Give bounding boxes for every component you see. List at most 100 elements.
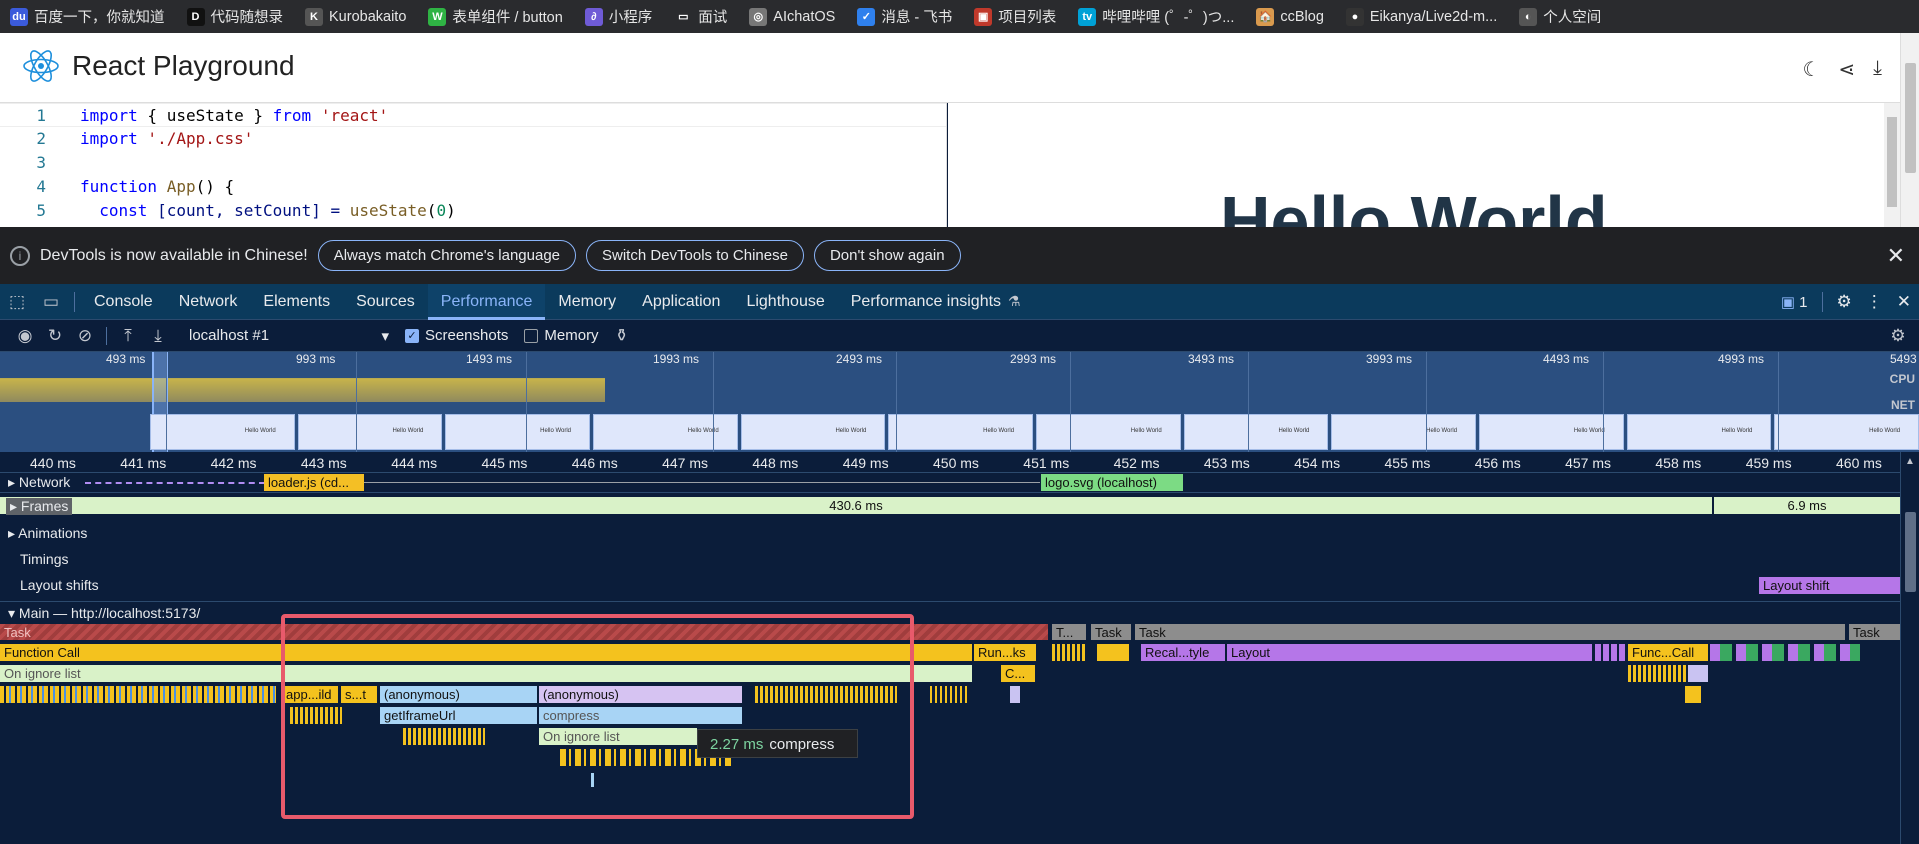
network-track[interactable]: ▸ Network loader.js (cd... logo.svg (loc…	[0, 473, 1900, 493]
bookmark-item[interactable]: ▣ 项目列表	[974, 6, 1056, 27]
bookmark-item[interactable]: ◎ AIchatOS	[749, 7, 835, 26]
reload-record-icon[interactable]: ↻	[40, 326, 70, 346]
network-track-label[interactable]: ▸ Network	[8, 474, 70, 491]
issues-counter[interactable]: ▣ 1	[1781, 293, 1808, 311]
code-line[interactable]: 5 const [count, setCount] = useState(0)	[0, 199, 946, 223]
more-options-icon[interactable]: ⋮	[1866, 292, 1883, 312]
garbage-collect-icon[interactable]: ⚱	[607, 326, 637, 346]
task-bar[interactable]: Task	[1849, 624, 1900, 640]
timeline-overview[interactable]: CPU NET Hello World Hello World Hello Worl…	[0, 352, 1919, 452]
recalc-style-bar[interactable]: Recal...tyle	[1141, 644, 1225, 661]
frames-track-label[interactable]: ▸ Frames	[6, 498, 73, 515]
code-line[interactable]: 4 function App() {	[0, 175, 946, 199]
tab-performance[interactable]: Performance	[427, 283, 546, 320]
capture-settings-icon[interactable]: ⚙	[1883, 326, 1913, 346]
task-bar[interactable]: Task	[1091, 624, 1131, 640]
network-request[interactable]: loader.js (cd...	[264, 474, 364, 491]
flame-slice[interactable]	[1010, 686, 1020, 703]
frame-bar[interactable]: 6.9 ms	[1714, 497, 1900, 514]
flame-slice[interactable]	[1688, 665, 1708, 682]
record-icon[interactable]: ◉	[10, 326, 40, 346]
theme-toggle-icon[interactable]: ☾	[1802, 57, 1820, 82]
frames-track[interactable]: ▸ Frames 430.6 ms 6.9 ms	[0, 497, 1900, 517]
brand[interactable]: React Playground	[22, 47, 295, 85]
page-scrollbar[interactable]	[1900, 33, 1919, 227]
bookmark-item[interactable]: ✓ 消息 - 飞书	[857, 6, 952, 27]
settings-gear-icon[interactable]: ⚙	[1837, 292, 1852, 312]
bookmark-item[interactable]: ◐ 个人空间	[1519, 6, 1601, 27]
timeline-ruler[interactable]: 440 ms 441 ms 442 ms 443 ms 444 ms 445 ms 446 …	[0, 452, 1900, 473]
tab-performance-insights[interactable]: Performance insights	[838, 284, 1014, 320]
animations-track[interactable]: ▸ Animations	[0, 525, 1900, 545]
inspect-element-icon[interactable]: ⬚	[4, 292, 30, 312]
animations-track-label[interactable]: ▸ Animations	[8, 525, 87, 542]
screenshot-thumbnail[interactable]: Hello World	[1774, 414, 1919, 450]
preview-scrollbar[interactable]	[1884, 103, 1900, 227]
device-toolbar-icon[interactable]: ▭	[38, 292, 64, 312]
tab-application[interactable]: Application	[629, 284, 733, 320]
screenshot-thumbnail[interactable]: Hello World	[1183, 414, 1329, 450]
save-profile-icon[interactable]: ⤓	[143, 326, 173, 346]
load-profile-icon[interactable]: ⤒	[113, 326, 143, 346]
screenshot-thumbnail[interactable]: Hello World	[1036, 414, 1181, 450]
tab-sources[interactable]: Sources	[343, 284, 428, 320]
bookmark-item[interactable]: K Kurobakaito	[305, 7, 406, 26]
flame-slice[interactable]	[1097, 644, 1129, 661]
tab-console[interactable]: Console	[81, 284, 166, 320]
code-editor[interactable]: 1 import { useState } from 'react' 2 imp…	[0, 103, 947, 227]
code-line[interactable]: 2 import './App.css'	[0, 127, 946, 151]
screenshot-thumbnail[interactable]: Hello World	[445, 414, 591, 450]
tracks-scrollbar[interactable]: ▲	[1900, 452, 1919, 844]
close-devtools-icon[interactable]: ✕	[1897, 292, 1911, 312]
run-tasks-bar[interactable]: Run...ks	[974, 644, 1036, 661]
screenshot-thumbnail[interactable]: Hello World	[740, 414, 886, 450]
screenshot-thumbnail[interactable]: Hello World	[593, 414, 738, 450]
scroll-up-icon[interactable]: ▲	[1905, 456, 1915, 467]
bookmark-item[interactable]: ∂ 小程序	[584, 6, 652, 27]
tab-memory[interactable]: Memory	[545, 284, 629, 320]
screenshot-thumbnail[interactable]: Hello World	[150, 414, 295, 450]
bookmark-item[interactable]: 🏠 ccBlog	[1256, 7, 1324, 26]
flame-slice[interactable]: C...	[1001, 665, 1035, 682]
screenshots-checkbox[interactable]: ✓ Screenshots	[405, 327, 508, 344]
overview-time-label: 2493 ms	[836, 352, 883, 366]
screenshot-thumbnail[interactable]: Hello World	[297, 414, 443, 450]
bookmark-item[interactable]: D 代码随想录	[186, 6, 284, 27]
bookmark-item[interactable]: tv 哔哩哔哩 (゜-゜)つ...	[1078, 6, 1234, 27]
download-icon[interactable]: ⤓	[1873, 57, 1882, 82]
network-request[interactable]: logo.svg (localhost)	[1041, 474, 1183, 491]
screenshot-thumbnail[interactable]: Hello World	[1331, 414, 1477, 450]
task-bar[interactable]: T...	[1052, 624, 1086, 640]
switch-chinese-button[interactable]: Switch DevTools to Chinese	[586, 240, 804, 271]
task-bar[interactable]: Task	[1135, 624, 1845, 640]
bookmark-label: 代码随想录	[210, 10, 284, 26]
bookmark-item[interactable]: ▭ 面试	[674, 6, 727, 27]
layout-bar[interactable]: Layout	[1227, 644, 1592, 661]
code-line[interactable]: 1 import { useState } from 'react'	[0, 103, 946, 127]
screenshot-text: Hello World	[1721, 428, 1753, 434]
bookmark-item[interactable]: du 百度一下，你就知道	[10, 6, 165, 27]
function-call-bar[interactable]: Func...Call	[1628, 644, 1708, 661]
match-language-button[interactable]: Always match Chrome's language	[317, 240, 577, 271]
layout-shift-bar[interactable]: Layout shift	[1759, 577, 1900, 594]
bookmark-item[interactable]: ● Eikanya/Live2d-m...	[1345, 7, 1497, 26]
share-icon[interactable]: ⋖	[1838, 57, 1855, 82]
flame-slice[interactable]	[1685, 686, 1701, 703]
tab-lighthouse[interactable]: Lighthouse	[733, 284, 837, 320]
layout-shifts-track[interactable]: Layout shifts Layout shift	[0, 575, 1900, 599]
bookmark-item[interactable]: W 表单组件 / button	[428, 6, 563, 27]
frame-bar[interactable]: 430.6 ms	[0, 497, 1712, 514]
clear-icon[interactable]: ⊘	[70, 326, 100, 346]
main-thread-label[interactable]: ▾ Main — http://localhost:5173/	[8, 605, 200, 622]
tab-network[interactable]: Network	[166, 284, 251, 320]
screenshot-thumbnail[interactable]: Hello World	[1626, 414, 1772, 450]
memory-checkbox[interactable]: Memory	[524, 327, 599, 344]
close-icon[interactable]: ✕	[1887, 243, 1905, 269]
screenshot-thumbnail[interactable]: Hello World	[888, 414, 1034, 450]
dont-show-again-button[interactable]: Don't show again	[813, 240, 961, 271]
tab-elements[interactable]: Elements	[250, 284, 343, 320]
target-select[interactable]: localhost #1 ▾	[189, 327, 389, 345]
timings-track[interactable]: Timings	[0, 551, 1900, 571]
code-line[interactable]: 3	[0, 151, 946, 175]
screenshot-strip[interactable]: Hello World Hello World Hello World Hello W…	[150, 414, 1919, 450]
